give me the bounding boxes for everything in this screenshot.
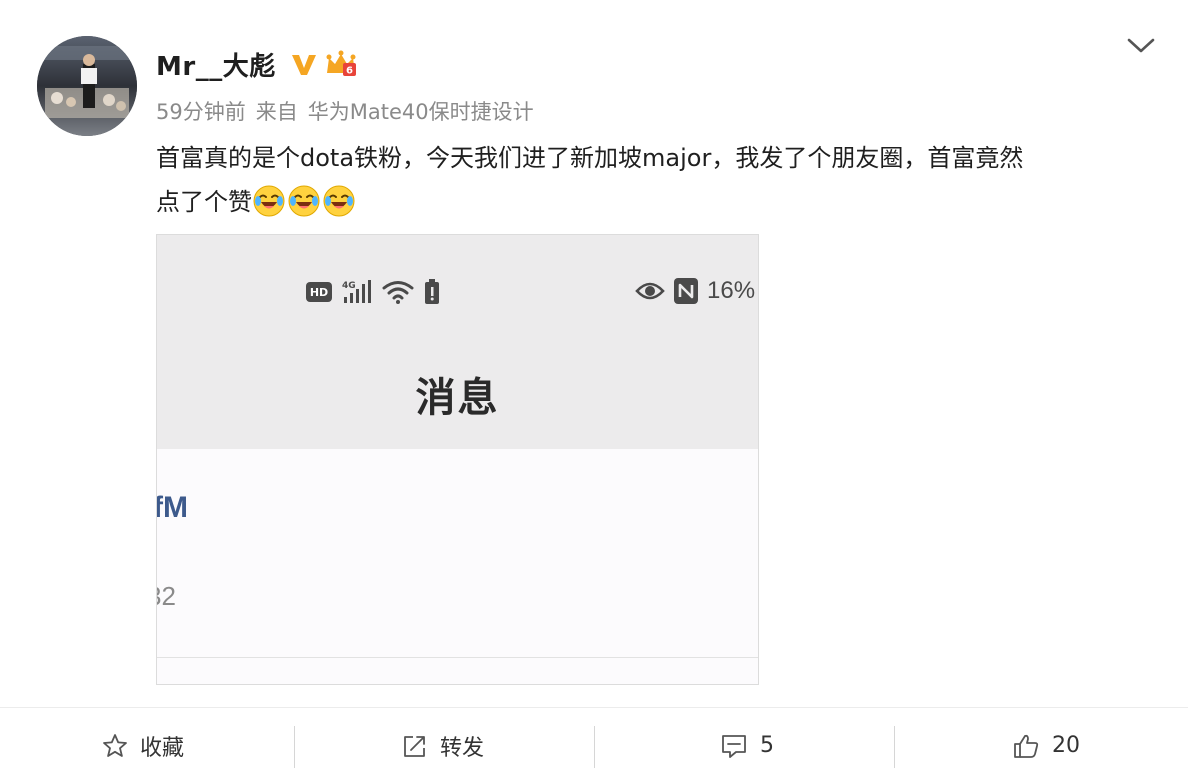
verified-v-icon: [292, 55, 316, 75]
separator: [894, 726, 895, 768]
separator: [294, 726, 295, 768]
wifi-icon: [382, 281, 414, 304]
laugh-cry-emoji: [253, 185, 285, 217]
battery-icon: [425, 279, 439, 304]
content-line-2-row: 点了个赞: [156, 180, 1156, 224]
screenshot-header: HD 4G 16% 消息: [157, 235, 758, 449]
content-line-2: 点了个赞: [156, 188, 252, 216]
divider: [157, 657, 758, 658]
comment-button[interactable]: 5: [720, 708, 774, 783]
attached-screenshot[interactable]: HD 4G 16% 消息 fM 2: [156, 234, 759, 685]
eye-icon: [635, 282, 665, 300]
laugh-cry-emoji: [323, 185, 355, 217]
signal-icon: 4G: [342, 280, 371, 303]
crown-level-icon: 6: [326, 50, 356, 77]
svg-text:6: 6: [346, 66, 353, 77]
comment-icon: [722, 734, 746, 758]
repost-icon: [404, 735, 425, 757]
avatar-photo: [37, 36, 137, 136]
source-prefix: 来自: [255, 100, 298, 124]
contact-number-fragment: 32: [157, 581, 176, 611]
status-bar-left: HD 4G: [306, 279, 440, 305]
post-time[interactable]: 59分钟前: [156, 100, 246, 124]
comment-count: 5: [760, 733, 774, 758]
star-icon: [103, 733, 127, 757]
status-bar-right: 16%: [635, 277, 755, 305]
like-count: 20: [1052, 733, 1080, 758]
repost-label: 转发: [440, 735, 485, 761]
post-content: 首富真的是个dota铁粉，今天我们进了新加坡major，我发了个朋友圈，首富竟然…: [156, 136, 1156, 224]
network-label: 4G: [342, 281, 356, 291]
repost-button[interactable]: 转发: [402, 708, 484, 783]
favorite-label: 收藏: [140, 735, 185, 761]
username[interactable]: Mr__大彪: [156, 46, 276, 83]
contact-name-fragment: fM: [156, 491, 188, 524]
messages-title: 消息: [415, 375, 500, 421]
content-line-1: 首富真的是个dota铁粉，今天我们进了新加坡major，我发了个朋友圈，首富竟然: [156, 144, 1024, 172]
avatar[interactable]: [37, 36, 137, 136]
like-button[interactable]: 20: [1012, 708, 1080, 783]
action-bar: 收藏 转发 5 20: [0, 707, 1188, 783]
favorite-button[interactable]: 收藏: [102, 708, 184, 783]
nfc-icon: [674, 278, 698, 304]
laugh-cry-emoji: [288, 185, 320, 217]
post-meta: 59分钟前 来自 华为Mate40保时捷设计: [156, 96, 534, 126]
source-device[interactable]: 华为Mate40保时捷设计: [308, 100, 534, 124]
weibo-post: Mr__大彪 6 59分钟前 来自 华为Mate40保时捷设计 首富真的是个dota…: [0, 0, 1188, 706]
thumbs-up-icon: [1014, 734, 1039, 758]
separator: [594, 726, 595, 768]
battery-percent: 16%: [707, 277, 756, 304]
chevron-down-icon[interactable]: [1126, 34, 1156, 56]
hd-badge: HD: [306, 282, 332, 302]
